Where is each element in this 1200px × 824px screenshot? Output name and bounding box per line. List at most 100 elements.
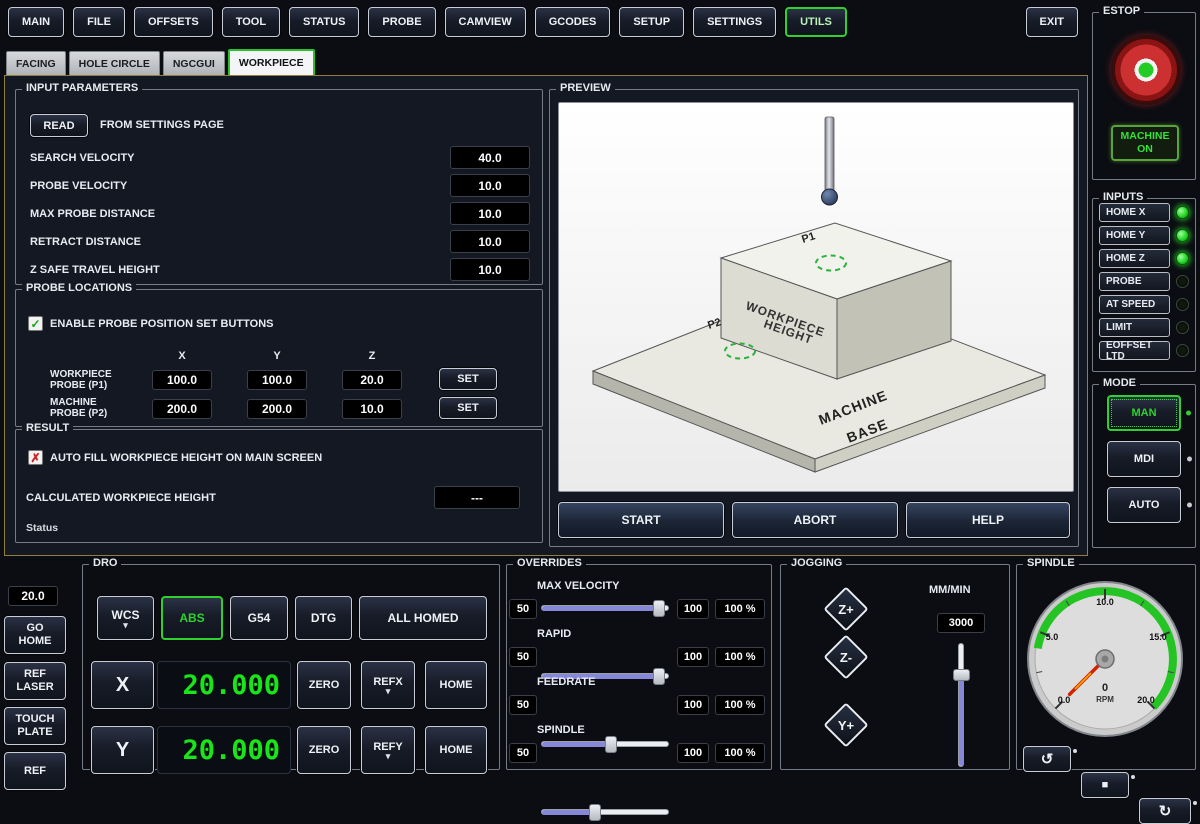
nav-probe-button[interactable]: PROBE — [368, 7, 435, 37]
z-safe-travel-value[interactable]: 10.0 — [450, 258, 530, 281]
nav-tool-button[interactable]: TOOL — [222, 7, 280, 37]
overrides-group: OVERRIDES MAX VELOCITY 50 100 100 % RAPI… — [506, 564, 772, 770]
p1-z-value[interactable]: 20.0 — [342, 370, 402, 390]
tab-ngcgui[interactable]: NGCGUI — [163, 51, 225, 77]
nav-status-button[interactable]: STATUS — [289, 7, 359, 37]
at-speed-led — [1176, 298, 1189, 311]
axis-x-button[interactable]: X — [91, 661, 154, 709]
axis-y-button[interactable]: Y — [91, 726, 154, 774]
preview-title: PREVIEW — [556, 82, 615, 94]
machine-on-button[interactable]: MACHINEON — [1111, 125, 1179, 161]
inputs-group: INPUTS HOME X HOME Y HOME Z PROBE AT SPE… — [1092, 198, 1196, 372]
jog-speed-value[interactable]: 3000 — [937, 613, 985, 633]
feedrate-slider[interactable] — [541, 734, 669, 754]
spindle-cw-button[interactable]: ↻ — [1139, 798, 1191, 824]
tab-hole-circle[interactable]: HOLE CIRCLE — [69, 51, 160, 77]
workpiece-probe-row-label: WORKPIECEPROBE (P1) — [50, 369, 112, 391]
autofill-checkbox[interactable]: ✗ — [28, 450, 43, 465]
rapid-min: 50 — [509, 647, 537, 667]
p1-y-value[interactable]: 100.0 — [247, 370, 307, 390]
p1-x-value[interactable]: 100.0 — [152, 370, 212, 390]
nav-file-button[interactable]: FILE — [73, 7, 125, 37]
go-home-button[interactable]: GOHOME — [4, 616, 66, 654]
y-ref-button[interactable]: REFY▾ — [361, 726, 415, 774]
x-dro-display: 20.000 — [157, 661, 291, 709]
mode-mdi-button[interactable]: MDI — [1107, 441, 1181, 477]
jog-y-plus-button[interactable]: Y+ — [822, 701, 870, 749]
p1-set-button[interactable]: SET — [439, 368, 497, 390]
nav-main-button[interactable]: MAIN — [8, 7, 64, 37]
estop-group: ESTOP MACHINEON — [1092, 12, 1196, 180]
nav-gcodes-button[interactable]: GCODES — [535, 7, 611, 37]
jog-z-plus-button[interactable]: Z+ — [822, 585, 870, 633]
retract-distance-value[interactable]: 10.0 — [450, 230, 530, 253]
x-ref-button[interactable]: REFX▾ — [361, 661, 415, 709]
max-velocity-slider[interactable] — [541, 598, 669, 618]
mode-auto-button[interactable]: AUTO — [1107, 487, 1181, 523]
read-caption: FROM SETTINGS PAGE — [100, 119, 224, 131]
probe-velocity-value[interactable]: 10.0 — [450, 174, 530, 197]
help-button[interactable]: HELP — [906, 502, 1070, 538]
max-velocity-label: MAX VELOCITY — [537, 580, 620, 592]
spindle-ovr-slider[interactable] — [541, 802, 669, 822]
nav-offsets-button[interactable]: OFFSETS — [134, 7, 213, 37]
max-probe-distance-value[interactable]: 10.0 — [450, 202, 530, 225]
y-home-button[interactable]: HOME — [425, 726, 487, 774]
search-velocity-value[interactable]: 40.0 — [450, 146, 530, 169]
abort-button[interactable]: ABORT — [732, 502, 898, 538]
preview-view: WORKPIECE HEIGHT MACHINE BASE P1 P2 — [558, 102, 1074, 492]
spindle-stop-button[interactable]: ■ — [1081, 772, 1129, 798]
spindle-ccw-button[interactable]: ↺ — [1023, 746, 1071, 772]
rapid-slider-handle[interactable] — [653, 668, 665, 685]
probe-led — [1176, 275, 1189, 288]
nav-camview-button[interactable]: CAMVIEW — [445, 7, 526, 37]
feedrate-slider-handle[interactable] — [605, 736, 617, 753]
dtg-button[interactable]: DTG — [295, 596, 352, 640]
x-home-button[interactable]: HOME — [425, 661, 487, 709]
man-indicator-dot — [1186, 411, 1191, 416]
jog-speed-slider-handle[interactable] — [953, 669, 970, 681]
spindle-ovr-slider-handle[interactable] — [589, 804, 601, 821]
g54-button[interactable]: G54 — [230, 596, 288, 640]
wcs-button[interactable]: WCS▾ — [97, 596, 154, 640]
rapid-label: RAPID — [537, 628, 571, 640]
nav-settings-button[interactable]: SETTINGS — [693, 7, 776, 37]
p2-x-value[interactable]: 200.0 — [152, 399, 212, 419]
all-homed-button[interactable]: ALL HOMED — [359, 596, 487, 640]
spindle-cw-icon: ↻ — [1159, 802, 1172, 820]
p2-set-button[interactable]: SET — [439, 397, 497, 419]
jog-z-minus-button[interactable]: Z- — [822, 633, 870, 681]
calc-height-label: CALCULATED WORKPIECE HEIGHT — [26, 492, 216, 504]
feedrate-pct: 100 % — [715, 695, 765, 715]
tab-workpiece[interactable]: WORKPIECE — [228, 49, 315, 77]
y-zero-button[interactable]: ZERO — [297, 726, 351, 774]
max-velocity-min: 50 — [509, 599, 537, 619]
result-group: RESULT ✗ AUTO FILL WORKPIECE HEIGHT ON M… — [15, 429, 543, 543]
machine-on-label: MACHINEON — [1121, 130, 1170, 156]
p2-y-value[interactable]: 200.0 — [247, 399, 307, 419]
x-zero-button[interactable]: ZERO — [297, 661, 351, 709]
nav-setup-button[interactable]: SETUP — [619, 7, 684, 37]
auto-indicator-dot — [1187, 503, 1192, 508]
mode-group: MODE MAN MDI AUTO — [1092, 384, 1196, 548]
spindle-ovr-pct: 100 % — [715, 743, 765, 763]
p2-z-value[interactable]: 10.0 — [342, 399, 402, 419]
refx-dropdown-arrow-icon: ▾ — [386, 688, 391, 694]
ref-laser-button[interactable]: REFLASER — [4, 662, 66, 700]
jog-speed-slider[interactable] — [951, 643, 971, 767]
touch-plate-button[interactable]: TOUCHPLATE — [4, 707, 66, 745]
abs-button[interactable]: ABS — [161, 596, 223, 640]
exit-button[interactable]: EXIT — [1026, 7, 1078, 37]
laser-offset-value[interactable]: 20.0 — [8, 586, 58, 606]
max-probe-distance-label: MAX PROBE DISTANCE — [30, 208, 155, 220]
tab-facing[interactable]: FACING — [6, 51, 66, 77]
start-button[interactable]: START — [558, 502, 724, 538]
nav-utils-button[interactable]: UTILS — [785, 7, 847, 37]
estop-button[interactable] — [1112, 36, 1180, 104]
ref-button[interactable]: REF — [4, 752, 66, 790]
read-button[interactable]: READ — [30, 114, 88, 137]
max-velocity-slider-handle[interactable] — [653, 600, 665, 617]
probe-velocity-label: PROBE VELOCITY — [30, 180, 127, 192]
mode-man-button[interactable]: MAN — [1107, 395, 1181, 431]
enable-probe-checkbox[interactable]: ✓ — [28, 316, 43, 331]
